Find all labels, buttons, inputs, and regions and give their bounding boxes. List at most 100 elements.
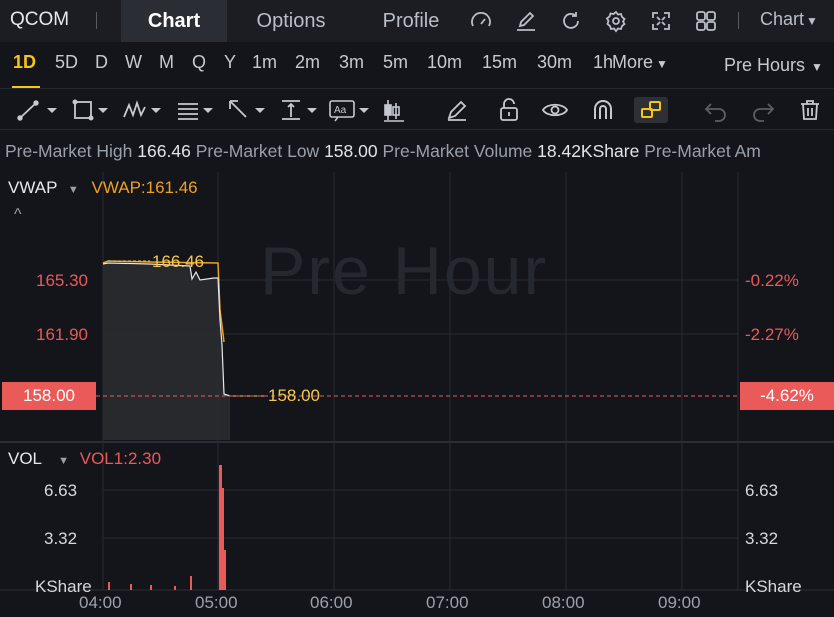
- vwap-label: VWAP: [8, 178, 58, 197]
- pre-market-amount-label: Pre-Market Am: [644, 141, 761, 161]
- volume-unit-label: KShare: [745, 577, 802, 596]
- pre-market-low-label: Pre-Market Low: [195, 141, 320, 161]
- pre-market-low-value: 158.00: [324, 141, 378, 161]
- tab-options[interactable]: Options: [238, 0, 344, 42]
- volume-bar: [219, 465, 222, 590]
- period-q[interactable]: Q: [192, 52, 206, 73]
- volume-bar: [224, 550, 226, 590]
- vol-indicator-dropdown[interactable]: VOL ▼ VOL1:2.30: [8, 449, 161, 469]
- fibonacci-tool-icon[interactable]: [174, 97, 218, 123]
- fullscreen-icon[interactable]: [649, 9, 673, 33]
- unlock-icon[interactable]: [496, 97, 522, 123]
- time-axis-label: 04:00: [79, 593, 122, 612]
- volume-bar: [108, 582, 110, 590]
- pattern-tool-icon[interactable]: [122, 97, 166, 123]
- pre-market-high-label: Pre-Market High: [5, 141, 133, 161]
- period-1h[interactable]: 1h: [593, 52, 613, 73]
- period-m[interactable]: M: [159, 52, 174, 73]
- volume-bar: [190, 576, 192, 590]
- change-axis-label: -0.22%: [745, 271, 799, 290]
- current-change-tag: -4.62%: [740, 382, 834, 410]
- period-more[interactable]: More ▼: [612, 52, 668, 73]
- pre-market-high-value: 166.46: [137, 141, 191, 161]
- chevron-down-icon: ▼: [656, 57, 668, 71]
- svg-text:Aa: Aa: [334, 105, 347, 116]
- period-3m[interactable]: 3m: [339, 52, 364, 73]
- refresh-icon[interactable]: [559, 9, 583, 33]
- period-1d[interactable]: 1D: [13, 52, 36, 73]
- text-tool-icon[interactable]: Aa: [328, 97, 372, 123]
- price-area-fill: [103, 263, 230, 440]
- period-y[interactable]: Y: [224, 52, 236, 73]
- magnet-icon[interactable]: [590, 97, 616, 123]
- pre-market-volume-value: 18.42KShare: [537, 141, 640, 161]
- session-label: Pre Hours: [724, 55, 806, 75]
- measure-tool-icon[interactable]: [278, 97, 322, 123]
- top-bar: QCOM Chart Options Profile Chart ▼: [0, 0, 834, 42]
- redo-icon[interactable]: [750, 97, 776, 123]
- volume-bar: [130, 584, 132, 590]
- trash-icon[interactable]: [797, 97, 823, 123]
- pre-market-summary: Pre-Market High 166.46 Pre-Market Low 15…: [5, 141, 834, 162]
- undo-icon[interactable]: [703, 97, 729, 123]
- tab-chart[interactable]: Chart: [121, 0, 227, 42]
- price-axis-label: 165.30: [36, 271, 88, 290]
- current-price-tag: 158.00: [2, 382, 96, 410]
- period-5d[interactable]: 5D: [55, 52, 78, 73]
- volume-axis-label: 6.63: [745, 481, 779, 500]
- period-15m[interactable]: 15m: [482, 52, 517, 73]
- high-marker-label: 166.46: [152, 252, 204, 271]
- period-2m[interactable]: 2m: [295, 52, 320, 73]
- chevron-down-icon: ▼: [58, 455, 70, 467]
- collapse-icon[interactable]: ^: [14, 206, 22, 224]
- link-icon[interactable]: [634, 97, 668, 123]
- volume-axis-label: 6.63: [44, 481, 78, 500]
- time-axis-label: 05:00: [195, 593, 238, 612]
- tab-profile[interactable]: Profile: [362, 0, 460, 42]
- line-tool-icon[interactable]: [16, 97, 60, 123]
- settings-icon[interactable]: [604, 9, 628, 33]
- eye-icon[interactable]: [541, 97, 569, 123]
- period-w[interactable]: W: [125, 52, 142, 73]
- period-1m[interactable]: 1m: [252, 52, 277, 73]
- pen-icon[interactable]: [444, 97, 470, 123]
- price-axis-label: 161.90: [36, 325, 88, 344]
- time-axis-label: 07:00: [426, 593, 469, 612]
- time-axis-label: 08:00: [542, 593, 585, 612]
- vwap-value: VWAP:161.46: [91, 178, 198, 197]
- volume-axis-label: 3.32: [745, 529, 779, 548]
- time-axis-label: 09:00: [658, 593, 701, 612]
- ticker-symbol[interactable]: QCOM: [10, 9, 69, 31]
- volume-axis-label: 3.32: [44, 529, 78, 548]
- period-5m[interactable]: 5m: [383, 52, 408, 73]
- vol-value: VOL1:2.30: [79, 449, 162, 468]
- gauge-icon[interactable]: [469, 9, 493, 33]
- period-bar: 1D 5D D W M Q Y 1m 2m 3m 5m 10m 15m 30m …: [0, 42, 834, 88]
- chart-type-dropdown[interactable]: Chart ▼: [760, 9, 818, 30]
- period-d[interactable]: D: [95, 52, 108, 73]
- rectangle-tool-icon[interactable]: [70, 97, 114, 123]
- vwap-indicator-dropdown[interactable]: VWAP ▼ VWAP:161.46: [8, 178, 198, 198]
- session-watermark: Pre Hour: [260, 233, 549, 309]
- drawing-toolbar: Aa: [0, 88, 834, 130]
- chevron-down-icon: ▼: [811, 60, 823, 74]
- low-marker-label: 158.00: [268, 386, 320, 405]
- edit-icon[interactable]: [514, 9, 538, 33]
- session-dropdown[interactable]: Pre Hours ▼: [724, 55, 823, 76]
- vol-label: VOL: [8, 449, 42, 468]
- chevron-down-icon: ▼: [67, 184, 79, 196]
- period-30m[interactable]: 30m: [537, 52, 572, 73]
- change-axis-label: -2.27%: [745, 325, 799, 344]
- period-10m[interactable]: 10m: [427, 52, 462, 73]
- grid-icon[interactable]: [694, 9, 718, 33]
- more-label: More: [612, 52, 654, 72]
- volume-bar: [150, 585, 152, 590]
- volume-bar: [174, 586, 176, 590]
- divider: [738, 12, 739, 29]
- divider: [96, 12, 97, 29]
- volume-bar: [222, 488, 224, 590]
- chart-type-label: Chart: [760, 9, 805, 29]
- candle-tool-icon[interactable]: [380, 97, 410, 123]
- arrow-tool-icon[interactable]: [226, 97, 270, 123]
- time-axis-label: 06:00: [310, 593, 353, 612]
